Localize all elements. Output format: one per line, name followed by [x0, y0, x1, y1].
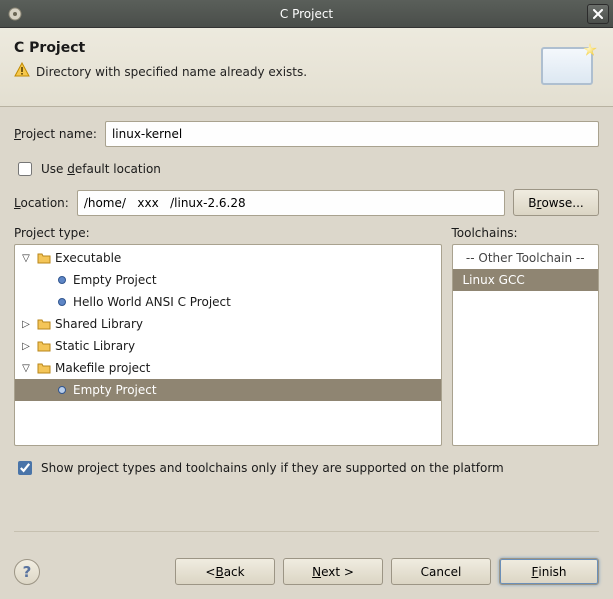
toolchains-label: Toolchains: — [452, 226, 600, 240]
location-row: Location: document.currentScript.previou… — [14, 189, 599, 216]
use-default-row: Use default location document.currentScr… — [14, 159, 599, 179]
location-label: Location: — [14, 196, 69, 210]
dialog-body: Project name: document.currentScript.pre… — [0, 107, 613, 546]
folder-icon — [37, 361, 51, 376]
warning-icon — [14, 62, 30, 81]
back-button[interactable]: < Back — [175, 558, 275, 585]
tree-label: Empty Project — [73, 273, 157, 287]
project-type-panel: Project type: ▽ Executable Empty Project… — [14, 226, 442, 446]
twisty-expanded-icon[interactable]: ▽ — [19, 363, 33, 374]
use-default-label[interactable]: Use default location — [41, 162, 161, 176]
wizard-header: C Project Directory with specified name … — [0, 28, 613, 107]
cancel-button[interactable]: Cancel — [391, 558, 491, 585]
location-input[interactable] — [77, 190, 505, 216]
folder-icon — [37, 317, 51, 332]
list-item-other-toolchain[interactable]: -- Other Toolchain -- — [453, 247, 599, 269]
titlebar: C Project — [0, 0, 613, 28]
wizard-banner-icon — [535, 40, 599, 92]
list-item-label: Linux GCC — [457, 273, 525, 287]
project-type-label: Project type: — [14, 226, 442, 240]
filter-checkbox[interactable] — [18, 461, 32, 475]
project-name-label: Project name: — [14, 127, 97, 141]
tree-node-makefile-empty[interactable]: Empty Project — [15, 379, 441, 401]
folder-icon — [37, 339, 51, 354]
bullet-icon — [55, 295, 69, 310]
close-button[interactable] — [587, 4, 609, 24]
tree-label: Makefile project — [55, 361, 150, 375]
filter-row: Show project types and toolchains only i… — [14, 458, 599, 478]
tree-label: Executable — [55, 251, 121, 265]
project-type-tree[interactable]: ▽ Executable Empty Project Hello World A… — [14, 244, 442, 446]
bullet-icon — [55, 273, 69, 288]
folder-icon — [37, 251, 51, 266]
system-menu-icon[interactable] — [4, 3, 26, 25]
tree-label: Shared Library — [55, 317, 143, 331]
tree-node-executable-hello[interactable]: Hello World ANSI C Project — [15, 291, 441, 313]
tree-label: Empty Project — [73, 383, 157, 397]
use-default-checkbox[interactable] — [18, 162, 32, 176]
twisty-collapsed-icon[interactable]: ▷ — [19, 341, 33, 352]
twisty-expanded-icon[interactable]: ▽ — [19, 253, 33, 264]
project-name-row: Project name: document.currentScript.pre… — [14, 121, 599, 147]
toolchains-list[interactable]: -- Other Toolchain -- Linux GCC — [452, 244, 600, 446]
project-name-input[interactable] — [105, 121, 599, 147]
header-message-row: Directory with specified name already ex… — [14, 62, 535, 81]
page-title: C Project — [14, 40, 535, 56]
tree-node-shared-lib[interactable]: ▷ Shared Library — [15, 313, 441, 335]
browse-button[interactable]: Browse... — [513, 189, 599, 216]
next-button[interactable]: Next > — [283, 558, 383, 585]
tree-node-static-lib[interactable]: ▷ Static Library — [15, 335, 441, 357]
help-button[interactable]: ? — [14, 559, 40, 585]
button-bar: ? < Back document.currentScript.previous… — [0, 546, 613, 599]
tree-label: Hello World ANSI C Project — [73, 295, 231, 309]
separator — [14, 531, 599, 532]
bullet-icon — [55, 383, 69, 398]
type-toolchain-row: Project type: ▽ Executable Empty Project… — [14, 226, 599, 446]
list-item-label: -- Other Toolchain -- — [466, 251, 585, 265]
filter-label[interactable]: Show project types and toolchains only i… — [41, 461, 504, 475]
toolchains-panel: Toolchains: -- Other Toolchain -- Linux … — [452, 226, 600, 446]
window-title: C Project — [0, 7, 613, 21]
tree-node-makefile[interactable]: ▽ Makefile project — [15, 357, 441, 379]
list-item-linux-gcc[interactable]: Linux GCC — [453, 269, 599, 291]
finish-button[interactable]: Finish — [499, 558, 599, 585]
tree-node-executable[interactable]: ▽ Executable — [15, 247, 441, 269]
tree-node-executable-empty[interactable]: Empty Project — [15, 269, 441, 291]
tree-label: Static Library — [55, 339, 135, 353]
twisty-collapsed-icon[interactable]: ▷ — [19, 319, 33, 330]
header-message: Directory with specified name already ex… — [36, 65, 307, 79]
